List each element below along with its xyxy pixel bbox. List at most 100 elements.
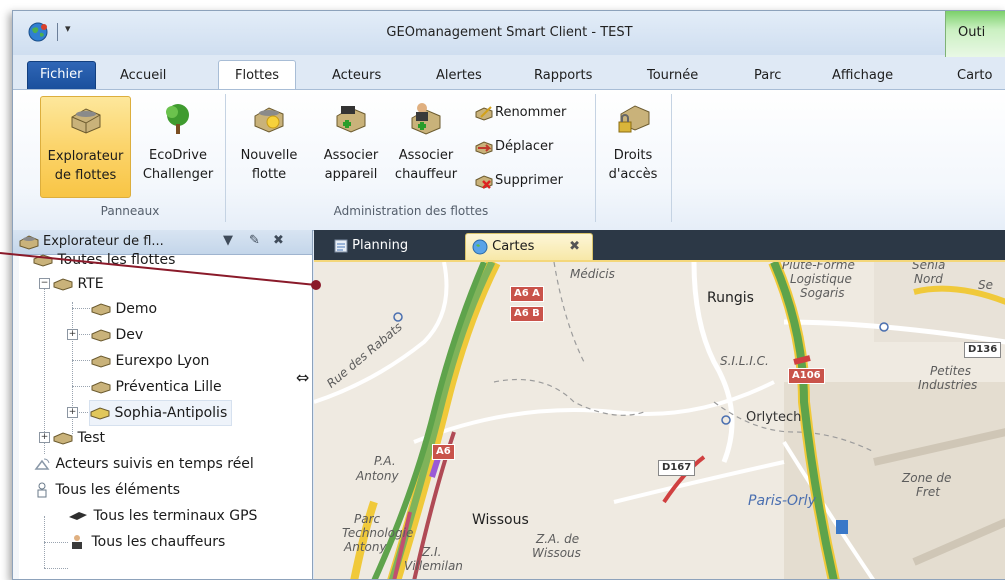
tree-item-eurexpo-lyon[interactable]: Eurexpo Lyon	[91, 349, 209, 373]
tab-flottes[interactable]: Flottes	[218, 60, 297, 91]
tab-acteurs[interactable]: Acteurs	[332, 63, 381, 89]
new-fleet-button[interactable]: Nouvelle flotte	[231, 96, 307, 196]
tree-item-demo[interactable]: Demo	[91, 297, 157, 321]
new-fleet-label-1: Nouvelle	[240, 148, 298, 163]
associate-driver-icon	[411, 103, 441, 135]
close-tab-icon[interactable]: ✖	[569, 234, 580, 260]
map-label: Villemilan	[404, 559, 463, 573]
expand-icon[interactable]: +	[67, 329, 78, 340]
move-icon	[475, 140, 493, 155]
tree-connector	[44, 542, 68, 543]
map-label: Paris-Orly	[748, 493, 816, 509]
tree-item-label: Tous les terminaux GPS	[93, 508, 258, 524]
map-label: Sogaris	[800, 286, 845, 300]
new-fleet-icon	[254, 107, 284, 133]
map-label: Industries	[918, 378, 978, 392]
tab-label: Cartes	[492, 239, 535, 254]
map-label: Logistique	[790, 272, 852, 286]
road-shield: D167	[658, 460, 696, 476]
gps-terminal-icon	[69, 512, 87, 520]
access-rights-label-2: d'accès	[608, 167, 658, 182]
move-label: Déplacer	[495, 139, 554, 154]
map-label: Petites	[930, 364, 971, 378]
new-fleet-label-2: flotte	[251, 167, 287, 182]
tab-accueil[interactable]: Accueil	[120, 63, 166, 89]
tab-rapports[interactable]: Rapports	[534, 63, 592, 89]
map-label: S.I.L.I.C.	[720, 354, 769, 368]
tree-item-all-elements[interactable]: Tous les éléments	[33, 478, 180, 502]
map-view[interactable]: Médicis Rungis Plute-Forme Logistique So…	[314, 260, 1005, 579]
map-label: Médicis	[570, 267, 615, 281]
associate-device-button[interactable]: Associer appareil	[315, 96, 387, 196]
map-label: P.A.	[374, 454, 396, 468]
rename-label: Renommer	[495, 105, 567, 120]
tree-item-label: Test	[77, 430, 106, 446]
tab-tournee[interactable]: Tournée	[647, 63, 698, 89]
expand-icon[interactable]: +	[39, 432, 50, 443]
tree-item-label: Préventica Lille	[115, 379, 222, 395]
tree-item-dev[interactable]: Dev	[91, 323, 143, 347]
tree-item-sophia-antipolis[interactable]: Sophia-Antipolis	[89, 400, 233, 426]
tab-planning[interactable]: Planning	[326, 233, 416, 259]
fleet-icon	[53, 432, 73, 445]
associate-driver-label-1: Associer	[398, 148, 454, 163]
tab-cartes[interactable]: Cartes ✖	[465, 233, 593, 260]
map-label: Antony	[356, 469, 399, 483]
map-label: Wissous	[472, 512, 529, 528]
callout-pointer	[0, 252, 321, 290]
fleet-icon	[71, 108, 100, 134]
tab-alertes[interactable]: Alertes	[436, 63, 482, 89]
driver-icon	[72, 535, 82, 549]
tree-item-label: Sophia-Antipolis	[114, 405, 228, 421]
tree-item-all-drivers[interactable]: Tous les chauffeurs	[67, 530, 225, 554]
map-label: Zone de	[902, 471, 952, 485]
fleet-icon	[91, 381, 111, 394]
tree-item-realtime-actors[interactable]: Acteurs suivis en temps réel	[33, 452, 254, 476]
tab-fichier[interactable]: Fichier	[27, 61, 96, 91]
map-label: Nord	[914, 272, 943, 286]
ecodrive-challenger-button[interactable]: EcoDrive Challenger	[136, 96, 220, 196]
tree-item-label: Acteurs suivis en temps réel	[55, 456, 254, 472]
planning-icon	[334, 239, 348, 252]
ecodrive-label-1: EcoDrive	[149, 148, 207, 163]
map-label: Wissous	[532, 546, 581, 560]
rename-icon	[475, 105, 493, 121]
person-icon	[37, 482, 47, 498]
tree-connector	[72, 360, 90, 361]
group-separator	[595, 94, 596, 222]
tree-icon	[166, 104, 189, 134]
rename-button[interactable]: Renommer	[475, 102, 566, 124]
map-label: Fret	[916, 485, 940, 499]
tab-carto[interactable]: Carto	[957, 63, 992, 89]
explorer-fleets-button[interactable]: Explorateur de flottes	[40, 96, 131, 198]
tree-item-test[interactable]: Test	[53, 426, 105, 450]
map-label: Senia	[912, 260, 946, 272]
ecodrive-label-2: Challenger	[142, 167, 214, 182]
associate-device-label-2: appareil	[324, 167, 378, 182]
tree-connector	[76, 412, 90, 413]
window-title: GEOmanagement Smart Client - TEST	[386, 25, 633, 40]
move-button[interactable]: Déplacer	[475, 136, 553, 158]
tree-item-label: Dev	[115, 327, 144, 343]
ribbon-panel: Explorateur de flottes EcoDrive Challeng…	[13, 89, 1005, 231]
app-window: ▾ GEOmanagement Smart Client - TEST Outi…	[12, 10, 1005, 580]
associate-driver-button[interactable]: Associer chauffeur	[387, 96, 465, 196]
explorer-label-1: Explorateur	[47, 149, 124, 164]
expand-icon[interactable]: +	[67, 407, 78, 418]
delete-icon	[475, 174, 493, 189]
delete-button[interactable]: Supprimer	[475, 170, 563, 192]
document-area: Planning Cartes ✖ Médicis Rungis Plute-F…	[314, 230, 1005, 579]
road-shield: A6 B	[510, 306, 544, 322]
fleet-tree: Toutes les flottes − RTE Demo + Dev Eure…	[13, 252, 312, 579]
ribbon-tabs: Fichier Accueil Flottes Acteurs Alertes …	[13, 55, 1005, 91]
explorer-label-2: de flottes	[54, 168, 117, 183]
tab-parc[interactable]: Parc	[754, 63, 781, 89]
resize-cursor-icon: ⇔	[296, 368, 310, 387]
tree-item-preventica-lille[interactable]: Préventica Lille	[91, 375, 222, 399]
tree-item-label: Demo	[115, 301, 158, 317]
access-rights-button[interactable]: Droits d'accès	[601, 96, 665, 196]
group-label-panneaux: Panneaux	[100, 204, 160, 218]
tab-affichage[interactable]: Affichage	[832, 63, 893, 89]
tree-item-all-gps[interactable]: Tous les terminaux GPS	[67, 504, 257, 528]
context-tab-outils[interactable]: Outi	[945, 11, 1005, 57]
